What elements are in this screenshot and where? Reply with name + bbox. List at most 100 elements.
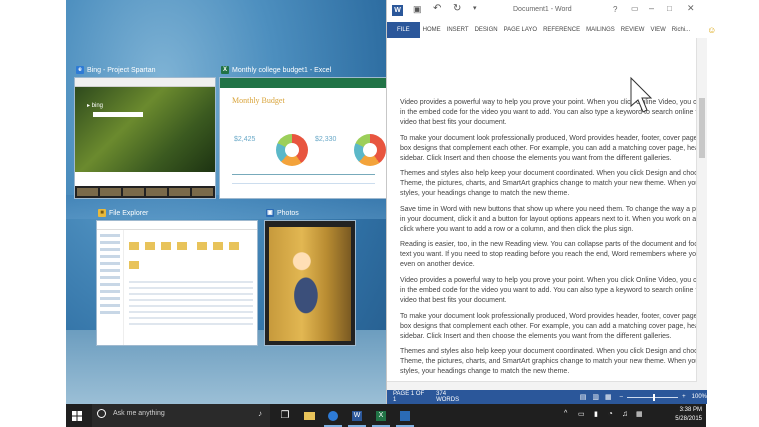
task-view-icon: ❐ <box>280 410 290 421</box>
screen: e Bing - Project Spartan ▸ bing X Monthl… <box>0 0 759 427</box>
microphone-icon[interactable]: ♪ <box>258 409 262 418</box>
web-layout-icon[interactable]: ▦ <box>605 393 612 401</box>
spartan-browser-icon: e <box>76 66 84 74</box>
taskbar: Ask me anything ♪ ❐ W X ^ ▭ ▮ ◔ ♫ ▦ 3:38… <box>66 404 706 427</box>
keyboard-icon[interactable]: ▦ <box>636 410 643 418</box>
word-count[interactable]: 374 WORDS <box>436 391 468 403</box>
close-icon[interactable]: ✕ <box>687 3 695 14</box>
tab-home[interactable]: HOME <box>420 27 444 33</box>
income-donut-chart <box>276 134 308 166</box>
taskbar-photos[interactable] <box>394 404 416 427</box>
windows-logo-icon <box>72 410 82 421</box>
excel-window-thumbnail[interactable]: Monthly Budget $2,425 $2,330 <box>219 77 386 199</box>
zoom-out-icon[interactable]: – <box>620 394 623 400</box>
explorer-window-title[interactable]: ■ File Explorer <box>98 209 148 217</box>
tab-references[interactable]: REFERENCE <box>540 27 583 33</box>
task-view-desktop: e Bing - Project Spartan ▸ bing X Monthl… <box>66 0 386 404</box>
tab-mailings[interactable]: MAILINGS <box>583 27 618 33</box>
help-icon[interactable]: ? <box>613 5 617 14</box>
bing-window-title[interactable]: e Bing - Project Spartan <box>76 66 155 74</box>
word-app-icon: W <box>392 5 403 16</box>
show-hidden-icons[interactable]: ^ <box>564 410 567 417</box>
tab-design[interactable]: DESIGN <box>472 27 501 33</box>
word-titlebar: W ▣ ↶ ↻ ▾ Document1 - Word ? ▭ – □ ✕ <box>387 0 707 22</box>
bing-logo: ▸ bing <box>87 103 104 109</box>
maximize-icon[interactable]: □ <box>667 4 672 13</box>
redo-icon[interactable]: ↻ <box>453 3 461 14</box>
vertical-scrollbar[interactable] <box>696 38 707 390</box>
search-placeholder: Ask me anything <box>113 410 165 417</box>
read-mode-icon[interactable]: ▤ <box>580 393 587 401</box>
tab-file[interactable]: FILE <box>387 22 420 38</box>
folder-icon: ■ <box>98 209 106 217</box>
word-window-title: Document1 - Word <box>513 6 572 13</box>
zoom-in-icon[interactable]: + <box>682 394 686 400</box>
excel-ribbon <box>220 78 386 88</box>
expense-donut-chart <box>354 134 386 166</box>
taskbar-word[interactable]: W <box>346 404 368 427</box>
save-icon[interactable]: ▣ <box>413 4 422 15</box>
word-status-bar: PAGE 1 OF 1 374 WORDS ▤ ▥ ▦ – + 100% <box>387 390 707 404</box>
system-clock[interactable]: 3:38 PM 5/28/2015 <box>675 406 702 424</box>
doc-paragraph: Reading is easier, too, in the new Readi… <box>400 241 697 268</box>
bing-search-box <box>93 112 143 117</box>
network-icon[interactable]: ◔ <box>608 409 613 418</box>
taskbar-excel[interactable]: X <box>370 404 392 427</box>
bing-window-title-text: Bing - Project Spartan <box>87 66 156 74</box>
tab-page-layout[interactable]: PAGE LAYO <box>501 27 540 33</box>
bing-window-thumbnail[interactable]: ▸ bing <box>74 77 216 199</box>
bing-hero-image <box>75 87 215 172</box>
undo-icon[interactable]: ↶ <box>433 3 441 14</box>
doc-paragraph: Themes and styles also help keep your do… <box>400 348 697 375</box>
explorer-nav-pane <box>97 230 124 345</box>
clock-date: 5/28/2015 <box>675 416 702 422</box>
photos-window-thumbnail[interactable] <box>264 220 356 346</box>
scrollbar-thumb[interactable] <box>699 98 705 158</box>
explorer-toolbar <box>97 221 257 230</box>
photos-icon: ▣ <box>266 209 274 217</box>
word-window[interactable]: W ▣ ↶ ↻ ▾ Document1 - Word ? ▭ – □ ✕ FIL… <box>386 0 716 404</box>
budget-trend-line <box>232 174 375 184</box>
taskbar-spartan[interactable] <box>322 404 344 427</box>
word-ribbon-tabs: FILE HOME INSERT DESIGN PAGE LAYO REFERE… <box>387 22 716 39</box>
excel-icon: X <box>376 410 386 421</box>
battery-icon[interactable]: ▮ <box>594 410 598 418</box>
task-view-button[interactable]: ❐ <box>274 404 296 427</box>
excel-window-title[interactable]: X Monthly college budget1 - Excel <box>221 66 331 74</box>
user-name[interactable]: Richi... <box>669 27 693 33</box>
bing-image-strip <box>75 186 215 198</box>
doc-paragraph: Video provides a powerful way to help yo… <box>400 277 697 304</box>
smiley-feedback-icon[interactable]: ☺ <box>707 25 716 35</box>
tab-insert[interactable]: INSERT <box>444 27 472 33</box>
tab-review[interactable]: REVIEW <box>618 27 648 33</box>
cortana-icon <box>97 409 106 418</box>
volume-icon[interactable]: ♫ <box>622 409 628 418</box>
zoom-level[interactable]: 100% <box>692 394 707 400</box>
excel-window-title-text: Monthly college budget1 - Excel <box>232 66 332 74</box>
income-value: $2,425 <box>234 136 256 143</box>
cortana-search-box[interactable]: Ask me anything ♪ <box>92 404 270 427</box>
photos-icon <box>400 410 410 421</box>
doc-paragraph: To make your document look professionall… <box>400 135 697 162</box>
child-photo <box>269 227 351 341</box>
folder-icon <box>303 411 315 420</box>
explorer-window-title-text: File Explorer <box>109 209 149 217</box>
horizontal-scrollbar[interactable] <box>387 381 697 390</box>
browser-address-bar <box>75 78 215 87</box>
expense-value: $2,330 <box>315 136 337 143</box>
action-center-icon[interactable]: ▭ <box>578 410 585 418</box>
explorer-window-thumbnail[interactable] <box>96 220 258 346</box>
quick-access-customize-icon[interactable]: ▾ <box>473 4 477 12</box>
page-count[interactable]: PAGE 1 OF 1 <box>393 391 426 403</box>
minimize-icon[interactable]: – <box>649 3 654 13</box>
ribbon-display-options-icon[interactable]: ▭ <box>631 4 639 13</box>
doc-paragraph: To make your document look professionall… <box>400 313 697 340</box>
zoom-slider[interactable] <box>626 393 679 401</box>
taskbar-file-explorer[interactable] <box>298 404 320 427</box>
print-layout-icon[interactable]: ▥ <box>592 393 599 401</box>
start-button[interactable] <box>66 404 88 427</box>
doc-paragraph: Themes and styles also help keep your do… <box>400 170 697 197</box>
photos-window-title[interactable]: ▣ Photos <box>266 209 299 217</box>
clock-time: 3:38 PM <box>679 407 702 413</box>
tab-view[interactable]: VIEW <box>647 27 668 33</box>
